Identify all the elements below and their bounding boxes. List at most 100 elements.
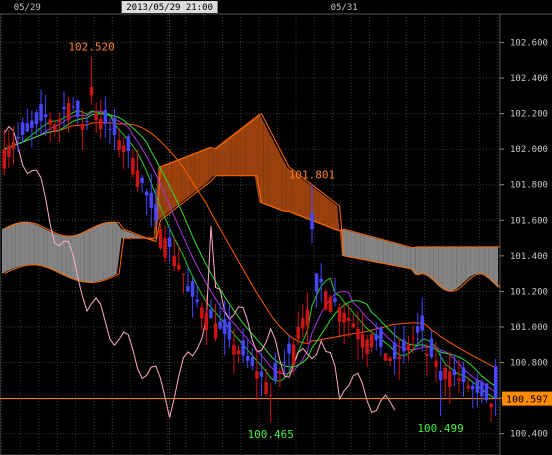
cloud-bear-segment — [208, 147, 214, 182]
cloud-bear-segment — [190, 152, 195, 196]
candle-bullish — [356, 328, 360, 340]
candle-bearish — [112, 117, 117, 135]
candle-bullish — [466, 385, 470, 389]
cloud-bear-segment — [277, 149, 283, 212]
cloud-bull-segment — [11, 223, 16, 270]
candle-bearish — [241, 340, 245, 356]
candle-bearish — [310, 212, 314, 230]
date-label: 05/29 — [14, 3, 41, 13]
candle-bearish — [287, 343, 291, 354]
candle-bearish — [20, 122, 25, 135]
candle-bearish — [39, 104, 43, 121]
cloud-bull-segment — [447, 246, 453, 292]
candle-bullish — [296, 326, 300, 339]
candle-bullish — [121, 145, 126, 153]
date-label: 05/31 — [331, 3, 358, 13]
cloud-bear-segment — [181, 156, 186, 203]
candle-bullish — [94, 113, 98, 121]
candle-bullish — [236, 350, 241, 355]
extreme-label: 101.801 — [289, 169, 335, 182]
cloud-bear-segment — [268, 131, 273, 208]
cloud-bull-segment — [43, 228, 48, 269]
candle-bearish — [186, 286, 190, 292]
cloud-bear-segment — [236, 127, 241, 176]
cloud-bull-segment — [383, 240, 388, 265]
cloud-bull-segment — [57, 234, 62, 275]
cloud-bull-segment — [355, 232, 361, 260]
cloud-bull-segment — [103, 222, 108, 280]
candle-bullish — [268, 394, 273, 396]
cloud-bull-segment — [465, 246, 471, 281]
cloud-bull-segment — [401, 245, 407, 269]
candle-bullish — [200, 307, 204, 319]
candle-bearish — [493, 366, 498, 399]
candle-bullish — [89, 86, 94, 96]
candle-bearish — [480, 381, 484, 397]
candle-bearish — [140, 177, 144, 183]
candle-bearish — [16, 136, 20, 139]
cloud-bull-segment — [34, 224, 39, 266]
cloud-bull-segment — [93, 224, 99, 283]
cloud-bull-segment — [378, 239, 384, 264]
cloud-bull-segment — [442, 246, 448, 292]
candle-bearish — [319, 278, 323, 283]
candle-bearish — [259, 371, 264, 377]
cloud-bull-segment — [84, 228, 90, 283]
candle-bearish — [190, 281, 195, 297]
cloud-bull-segment — [438, 246, 443, 290]
cloud-bull-segment — [98, 222, 104, 282]
candle-bullish — [163, 238, 167, 258]
candle-bullish — [425, 353, 429, 357]
candle-bearish — [103, 110, 108, 125]
cursor-label: 2013/05/29 21:00 — [126, 3, 213, 13]
candle-bullish — [351, 323, 356, 328]
cloud-bull-segment — [470, 246, 476, 277]
cloud-bear-segment — [222, 138, 228, 176]
candle-bullish — [2, 149, 7, 169]
cloud-bull-segment — [456, 246, 462, 289]
candle-bullish — [360, 334, 365, 348]
candle-bullish — [406, 344, 411, 351]
cloud-bull-segment — [89, 226, 94, 283]
candle-bearish — [154, 204, 158, 221]
candle-bearish — [30, 120, 34, 128]
cloud-bull-segment — [116, 222, 122, 274]
candle-bearish — [43, 114, 48, 118]
y-tick-label: 101.000 — [510, 323, 548, 333]
cloud-bear-segment — [314, 188, 319, 224]
cloud-bear-segment — [194, 150, 200, 192]
cloud-bull-segment — [6, 224, 12, 272]
candle-bullish — [204, 312, 209, 331]
candle-bearish — [218, 321, 222, 329]
candle-bearish — [452, 369, 457, 375]
cloud-bull-segment — [452, 246, 457, 291]
candle-bearish — [126, 136, 131, 151]
cloud-bull-segment — [80, 231, 85, 283]
candle-bullish — [305, 309, 310, 326]
candle-bullish — [324, 291, 328, 310]
cloud-bear-segment — [176, 158, 182, 207]
cloud-bull-segment — [20, 222, 25, 267]
candle-bullish — [117, 140, 121, 150]
cloud-bull-segment — [121, 229, 126, 239]
candle-bearish — [333, 297, 337, 303]
y-tick-label: 101.800 — [510, 181, 548, 191]
candle-bullish — [489, 403, 493, 408]
extreme-label: 102.520 — [68, 41, 114, 54]
cloud-bull-segment — [415, 246, 420, 275]
y-tick-label: 101.200 — [510, 287, 548, 297]
cloud-bull-segment — [419, 246, 425, 275]
candle-bearish — [392, 342, 397, 359]
cloud-bull-segment — [38, 225, 44, 267]
candle-bullish — [158, 229, 163, 249]
cloud-bear-segment — [328, 198, 333, 230]
cloud-bear-segment — [240, 124, 246, 176]
y-tick-label: 100.800 — [510, 359, 548, 369]
candle-bullish — [53, 124, 57, 131]
y-tick-label: 102.600 — [510, 38, 548, 48]
cloud-bull-segment — [107, 222, 113, 279]
cloud-bear-segment — [272, 140, 278, 210]
candle-bullish — [383, 353, 388, 361]
candle-bearish — [471, 385, 475, 390]
candle-bullish — [80, 123, 85, 130]
